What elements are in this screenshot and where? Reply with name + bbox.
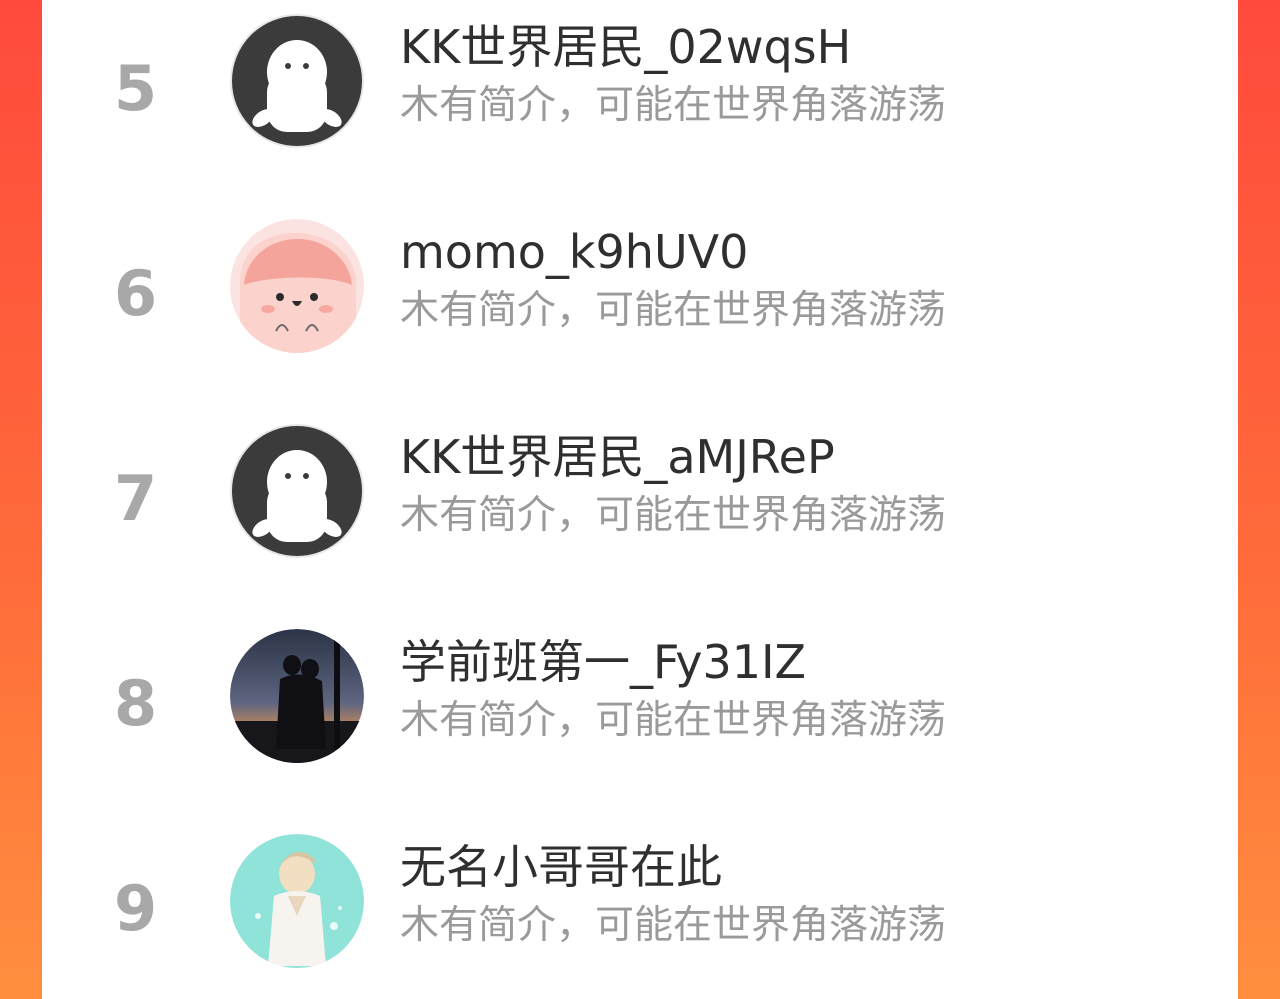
leaderboard-row[interactable]: 8 学前班第一_Fy31IZ 木有简介，可能在世界角落游荡 [42, 591, 1238, 796]
user-bio: 木有简介，可能在世界角落游荡 [400, 83, 947, 128]
username[interactable]: KK世界居民_aMJReP [400, 434, 835, 480]
username[interactable]: 无名小哥哥在此 [400, 844, 722, 890]
page-frame: 5 KK世界居民_02wqsH 木有简介，可能在世界角落游荡 6 momo_k9… [0, 0, 1280, 999]
user-bio: 木有简介，可能在世界角落游荡 [400, 288, 947, 333]
user-avatar[interactable] [230, 219, 364, 353]
user-avatar[interactable] [230, 629, 364, 763]
username[interactable]: momo_k9hUV0 [400, 229, 748, 275]
user-avatar[interactable] [230, 424, 364, 558]
user-bio: 木有简介，可能在世界角落游荡 [400, 903, 947, 948]
rank-number: 6 [114, 257, 158, 330]
user-avatar[interactable] [230, 14, 364, 148]
pink-blob-avatar-icon [230, 219, 364, 353]
leaderboard-row[interactable]: 7 KK世界居民_aMJReP 木有简介，可能在世界角落游荡 [42, 386, 1238, 591]
leaderboard-row[interactable]: 6 momo_k9hUV0 木有简介，可能在世界角落游荡 [42, 181, 1238, 386]
default-ghost-avatar-icon [230, 14, 364, 148]
username[interactable]: 学前班第一_Fy31IZ [400, 639, 806, 685]
user-avatar[interactable] [230, 834, 364, 968]
leaderboard-panel: 5 KK世界居民_02wqsH 木有简介，可能在世界角落游荡 6 momo_k9… [42, 0, 1238, 999]
rank-number: 9 [114, 872, 158, 945]
username[interactable]: KK世界居民_02wqsH [400, 24, 851, 70]
user-bio: 木有简介，可能在世界角落游荡 [400, 493, 947, 538]
leaderboard-list: 5 KK世界居民_02wqsH 木有简介，可能在世界角落游荡 6 momo_k9… [42, 0, 1238, 999]
couple-sunset-avatar-icon [230, 629, 364, 763]
rank-number: 5 [114, 52, 158, 125]
rank-number: 7 [114, 462, 158, 535]
rank-number: 8 [114, 667, 158, 740]
leaderboard-row[interactable]: 5 KK世界居民_02wqsH 木有简介，可能在世界角落游荡 [42, 0, 1238, 181]
default-ghost-avatar-icon [230, 424, 364, 558]
anime-boy-avatar-icon [230, 834, 364, 968]
user-bio: 木有简介，可能在世界角落游荡 [400, 698, 947, 743]
leaderboard-row[interactable]: 9 无名小哥哥在此 木有简介，可能在世界角落游荡 [42, 796, 1238, 999]
